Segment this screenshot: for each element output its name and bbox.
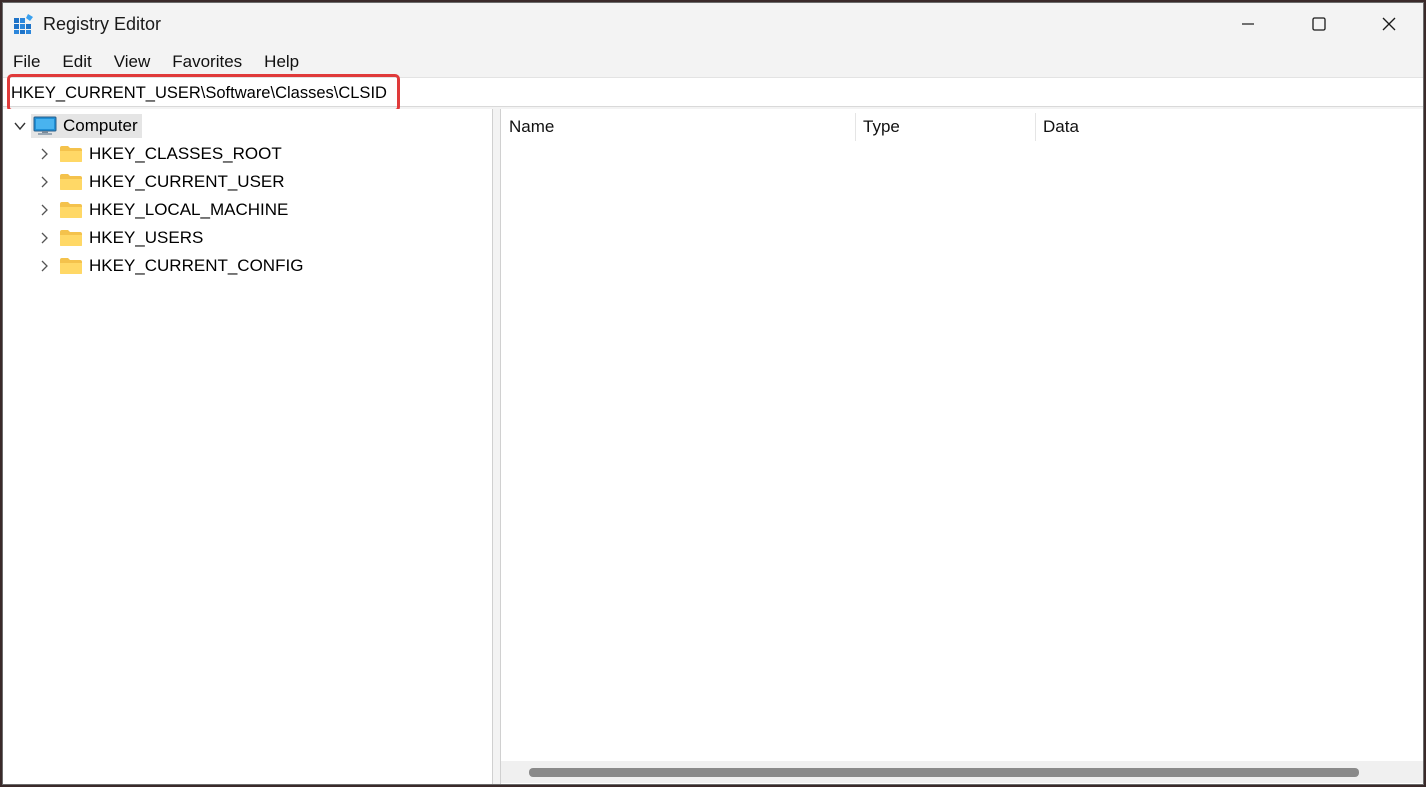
tree-item-label: Computer xyxy=(63,116,138,135)
menu-help[interactable]: Help xyxy=(253,49,310,75)
horizontal-scrollbar[interactable] xyxy=(501,761,1423,783)
chevron-right-icon[interactable] xyxy=(35,173,53,191)
values-list-pane[interactable]: Name Type Data xyxy=(501,109,1423,784)
menu-view[interactable]: View xyxy=(103,49,162,75)
title-bar[interactable]: Registry Editor xyxy=(3,3,1423,45)
address-highlight-box xyxy=(7,74,400,112)
tree-item-label: HKEY_LOCAL_MACHINE xyxy=(89,200,289,219)
chevron-right-icon[interactable] xyxy=(35,201,53,219)
minimize-button[interactable] xyxy=(1213,3,1283,45)
tree-item-label: HKEY_USERS xyxy=(89,228,204,247)
tree-item-label: HKEY_CURRENT_USER xyxy=(89,172,285,191)
menu-edit[interactable]: Edit xyxy=(51,49,102,75)
list-header: Name Type Data xyxy=(501,109,1423,145)
column-header-type[interactable]: Type xyxy=(855,109,1033,145)
close-icon xyxy=(1382,17,1396,31)
chevron-down-icon[interactable] xyxy=(11,117,29,135)
column-header-data[interactable]: Data xyxy=(1035,109,1415,145)
tree-item-hkey-current-config[interactable]: HKEY_CURRENT_CONFIG xyxy=(35,253,303,279)
window-title: Registry Editor xyxy=(43,14,162,34)
tree-item-hkey-classes-root[interactable]: HKEY_CLASSES_ROOT xyxy=(35,141,282,167)
scrollbar-thumb[interactable] xyxy=(529,768,1359,777)
minimize-icon xyxy=(1242,23,1254,25)
folder-icon xyxy=(60,258,82,274)
folder-icon xyxy=(60,230,82,246)
maximize-button[interactable] xyxy=(1284,3,1354,45)
folder-icon xyxy=(60,174,82,190)
close-button[interactable] xyxy=(1354,3,1423,45)
folder-icon xyxy=(60,146,82,162)
menu-favorites[interactable]: Favorites xyxy=(161,49,253,75)
registry-editor-app-icon xyxy=(14,14,33,34)
tree-item-computer[interactable]: Computer xyxy=(11,113,142,139)
chevron-right-icon[interactable] xyxy=(35,145,53,163)
tree-item-hkey-users[interactable]: HKEY_USERS xyxy=(35,225,203,251)
tree-item-label: HKEY_CURRENT_CONFIG xyxy=(89,256,304,275)
address-bar[interactable]: HKEY_CURRENT_USER\Software\Classes\CLSID xyxy=(3,74,1423,112)
menu-bar: File Edit View Favorites Help xyxy=(3,49,1423,75)
computer-icon xyxy=(33,116,57,135)
chevron-right-icon[interactable] xyxy=(35,257,53,275)
tree-item-hkey-current-user[interactable]: HKEY_CURRENT_USER xyxy=(35,169,285,195)
column-header-name[interactable]: Name xyxy=(501,109,853,145)
registry-editor-window: Registry Editor File Edit View Favorites… xyxy=(2,2,1424,785)
pane-splitter[interactable] xyxy=(493,109,501,784)
chevron-right-icon[interactable] xyxy=(35,229,53,247)
key-tree-pane[interactable]: Computer HKEY_CLASSES_ROOT HKEY_CURRENT_… xyxy=(3,109,493,784)
tree-item-computer-selection: Computer xyxy=(31,114,142,138)
tree-item-label: HKEY_CLASSES_ROOT xyxy=(89,144,282,163)
maximize-icon xyxy=(1312,17,1326,31)
tree-item-hkey-local-machine[interactable]: HKEY_LOCAL_MACHINE xyxy=(35,197,288,223)
folder-icon xyxy=(60,202,82,218)
menu-file[interactable]: File xyxy=(3,49,51,75)
